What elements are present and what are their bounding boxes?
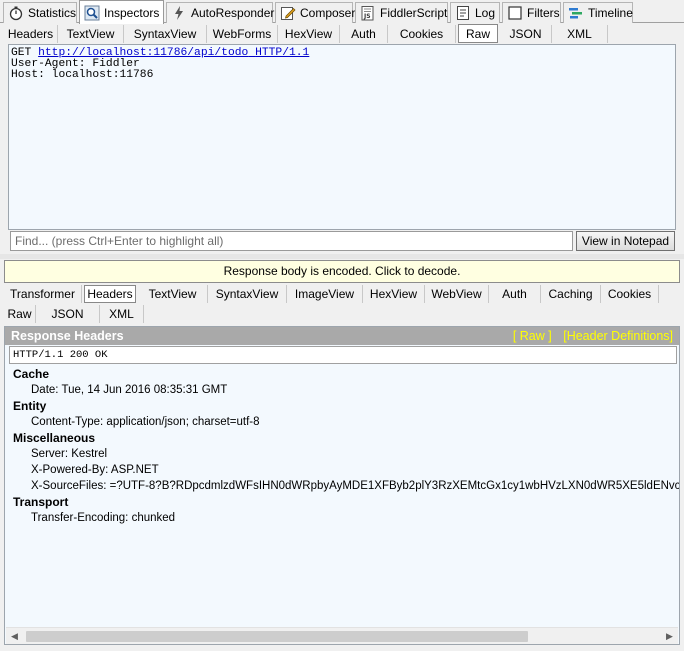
tab-fiddlerscript-label: FiddlerScript <box>380 6 448 20</box>
tab-composer-label: Composer <box>300 6 356 20</box>
find-input[interactable]: Find... (press Ctrl+Enter to highlight a… <box>10 231 573 251</box>
header-group-transport[interactable]: Transport <box>13 494 679 510</box>
magnifier-icon <box>84 5 100 21</box>
timeline-icon <box>568 5 584 21</box>
horizontal-scrollbar[interactable]: ◀ ▶ <box>6 627 678 644</box>
scrollbar-thumb[interactable] <box>26 631 528 642</box>
req-tab-syntaxview[interactable]: SyntaxView <box>124 25 207 43</box>
decode-banner[interactable]: Response body is encoded. Click to decod… <box>4 260 680 283</box>
stopwatch-icon <box>8 5 24 21</box>
resp-tab-hexview[interactable]: HexView <box>363 285 425 303</box>
req-tab-auth[interactable]: Auth <box>340 25 388 43</box>
resp-tab-transformer[interactable]: Transformer <box>4 285 82 303</box>
response-headers-pane: Response Headers [ Raw ] [Header Definit… <box>4 326 680 645</box>
req-tab-xml[interactable]: XML <box>552 25 608 43</box>
script-js-icon: JS <box>360 5 376 21</box>
response-headers-title-bar: Response Headers [ Raw ] [Header Definit… <box>5 327 679 345</box>
header-row[interactable]: Date: Tue, 14 Jun 2016 08:35:31 GMT <box>13 382 679 398</box>
response-status-line: HTTP/1.1 200 OK <box>9 346 677 364</box>
resp-tab-imageview[interactable]: ImageView <box>287 285 363 303</box>
header-tree: Cache Date: Tue, 14 Jun 2016 08:35:31 GM… <box>13 366 679 624</box>
resp-tab-json[interactable]: JSON <box>36 305 100 323</box>
response-headers-title: Response Headers <box>11 329 124 343</box>
req-tab-webforms[interactable]: WebForms <box>207 25 278 43</box>
scroll-right-arrow-icon[interactable]: ▶ <box>661 628 678 644</box>
header-row[interactable]: Transfer-Encoding: chunked <box>13 510 679 526</box>
header-definitions-link[interactable]: [Header Definitions] <box>563 329 673 343</box>
header-row[interactable]: Server: Kestrel <box>13 446 679 462</box>
resp-tab-headers[interactable]: Headers <box>84 285 136 303</box>
header-group-entity[interactable]: Entity <box>13 398 679 414</box>
svg-text:JS: JS <box>363 13 371 20</box>
view-in-notepad-button[interactable]: View in Notepad <box>576 231 675 251</box>
tab-log[interactable]: Log <box>450 2 500 23</box>
log-icon <box>455 5 471 21</box>
req-tab-headers[interactable]: Headers <box>4 25 58 43</box>
request-inspector-tabs: Headers TextView SyntaxView WebForms Hex… <box>4 23 680 43</box>
tab-inspectors[interactable]: Inspectors <box>79 0 164 24</box>
pane-splitter[interactable] <box>0 254 684 259</box>
pencil-icon <box>280 5 296 21</box>
resp-tab-auth[interactable]: Auth <box>489 285 541 303</box>
tab-filters[interactable]: Filters <box>502 2 561 23</box>
tab-log-label: Log <box>475 6 496 20</box>
scroll-left-arrow-icon[interactable]: ◀ <box>6 628 23 644</box>
resp-tab-syntaxview[interactable]: SyntaxView <box>208 285 287 303</box>
tab-statistics[interactable]: Statistics <box>3 2 77 23</box>
tab-fiddlerscript[interactable]: JS FiddlerScript <box>355 2 448 23</box>
header-row[interactable]: X-Powered-By: ASP.NET <box>13 462 679 478</box>
raw-link[interactable]: [ Raw ] <box>513 329 552 343</box>
request-host: Host: localhost:11786 <box>11 69 154 81</box>
inspector-tool-tabs: Statistics Inspectors AutoResponder Comp… <box>0 0 684 24</box>
header-group-cache[interactable]: Cache <box>13 366 679 382</box>
resp-tab-webview[interactable]: WebView <box>425 285 489 303</box>
tab-autoresponder[interactable]: AutoResponder <box>166 2 275 23</box>
req-tab-cookies[interactable]: Cookies <box>388 25 456 43</box>
request-protocol: HTTP/1.1 <box>255 47 310 59</box>
tab-timeline-label: Timeline <box>588 6 633 20</box>
header-row[interactable]: X-SourceFiles: =?UTF-8?B?RDpcdmlzdWFsIHN… <box>13 478 679 494</box>
req-tab-textview[interactable]: TextView <box>58 25 124 43</box>
req-tab-raw[interactable]: Raw <box>458 24 498 43</box>
checkbox-icon <box>507 5 523 21</box>
resp-tab-cookies[interactable]: Cookies <box>601 285 659 303</box>
resp-tab-xml[interactable]: XML <box>100 305 144 323</box>
resp-tab-raw[interactable]: Raw <box>4 305 36 323</box>
response-inspector-tabs: Transformer Headers TextView SyntaxView … <box>4 284 680 324</box>
req-tab-json[interactable]: JSON <box>500 25 552 43</box>
tab-inspectors-label: Inspectors <box>104 5 160 20</box>
tab-autoresponder-label: AutoResponder <box>191 6 275 20</box>
resp-tab-textview[interactable]: TextView <box>138 285 208 303</box>
header-group-miscellaneous[interactable]: Miscellaneous <box>13 430 679 446</box>
tab-composer[interactable]: Composer <box>275 2 356 23</box>
header-row[interactable]: Content-Type: application/json; charset=… <box>13 414 679 430</box>
req-tab-hexview[interactable]: HexView <box>278 25 340 43</box>
resp-tab-caching[interactable]: Caching <box>541 285 601 303</box>
request-raw-text[interactable]: GET http://localhost:11786/api/todo HTTP… <box>8 44 676 230</box>
tab-timeline[interactable]: Timeline <box>563 2 633 23</box>
tab-statistics-label: Statistics <box>28 6 77 20</box>
lightning-icon <box>171 5 187 21</box>
tab-filters-label: Filters <box>527 6 560 20</box>
